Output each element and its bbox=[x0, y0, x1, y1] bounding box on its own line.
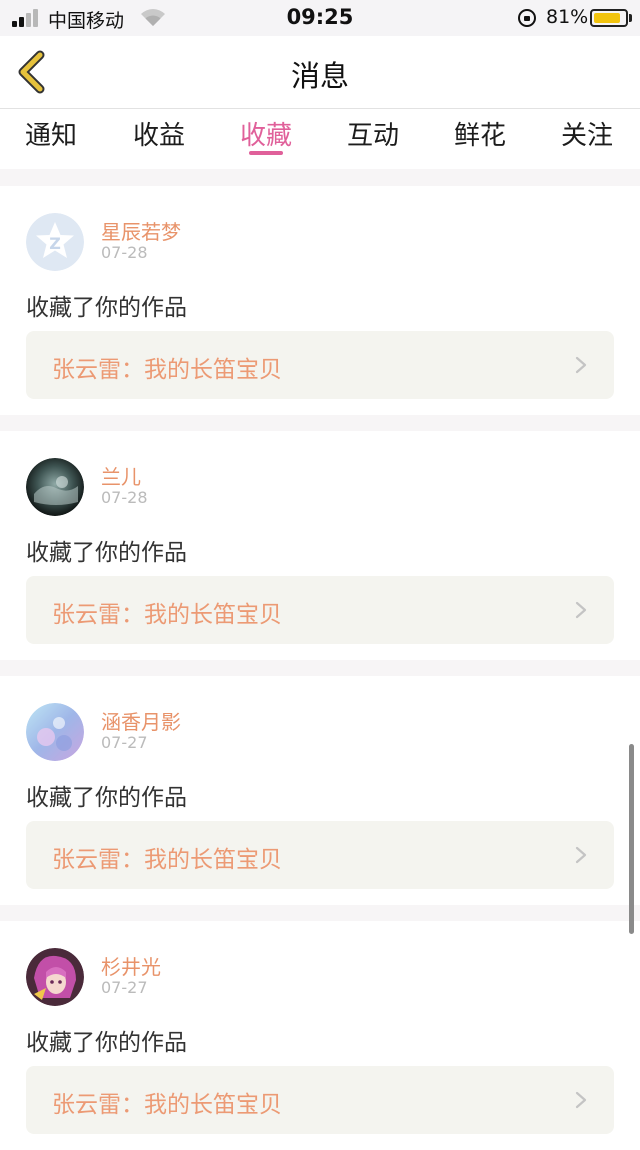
status-bar: 中国移动 09:25 81% bbox=[0, 0, 640, 36]
page-title: 消息 bbox=[290, 59, 349, 93]
list-item: 杉井光 07-27 收藏了你的作品 张云雷：我的长笛宝贝 bbox=[0, 921, 640, 1150]
chevron-right-icon bbox=[575, 356, 587, 374]
scrollbar[interactable] bbox=[629, 744, 634, 934]
tab-earnings[interactable]: 收益 bbox=[105, 115, 213, 152]
message-date: 07-28 bbox=[101, 243, 148, 262]
work-title: 张云雷：我的长笛宝贝 bbox=[52, 602, 282, 628]
nav-bar: 消息 bbox=[0, 36, 640, 109]
tab-favorites[interactable]: 收藏 bbox=[212, 115, 320, 152]
chevron-left-icon bbox=[18, 50, 45, 94]
work-link[interactable]: 张云雷：我的长笛宝贝 bbox=[26, 1066, 614, 1134]
tab-interactions[interactable]: 互动 bbox=[319, 115, 427, 152]
svg-text:Z: Z bbox=[49, 234, 61, 253]
tab-bar: 通知 收益 收藏 互动 鲜花 关注 bbox=[0, 109, 640, 169]
message-text: 收藏了你的作品 bbox=[26, 785, 187, 811]
chevron-right-icon bbox=[575, 846, 587, 864]
work-title: 张云雷：我的长笛宝贝 bbox=[52, 1092, 282, 1118]
battery-nub bbox=[629, 14, 632, 22]
message-date: 07-27 bbox=[101, 733, 148, 752]
username[interactable]: 涵香月影 bbox=[101, 706, 181, 735]
battery-icon bbox=[590, 9, 628, 27]
tab-follows[interactable]: 关注 bbox=[533, 115, 640, 152]
message-date: 07-27 bbox=[101, 978, 148, 997]
username[interactable]: 星辰若梦 bbox=[101, 216, 181, 245]
username[interactable]: 杉井光 bbox=[101, 951, 161, 980]
message-text: 收藏了你的作品 bbox=[26, 540, 187, 566]
message-date: 07-28 bbox=[101, 488, 148, 507]
message-text: 收藏了你的作品 bbox=[26, 295, 187, 321]
orientation-lock-icon bbox=[518, 9, 536, 27]
chevron-right-icon bbox=[575, 1091, 587, 1109]
avatar[interactable] bbox=[26, 703, 84, 761]
tab-notifications[interactable]: 通知 bbox=[0, 115, 105, 152]
list-item: 涵香月影 07-27 收藏了你的作品 张云雷：我的长笛宝贝 bbox=[0, 676, 640, 905]
battery-percent: 81% bbox=[546, 6, 589, 28]
work-title: 张云雷：我的长笛宝贝 bbox=[52, 357, 282, 383]
chevron-right-icon bbox=[575, 601, 587, 619]
active-tab-indicator bbox=[249, 151, 283, 155]
work-title: 张云雷：我的长笛宝贝 bbox=[52, 847, 282, 873]
message-text: 收藏了你的作品 bbox=[26, 1030, 187, 1056]
back-button[interactable] bbox=[12, 50, 56, 94]
work-link[interactable]: 张云雷：我的长笛宝贝 bbox=[26, 331, 614, 399]
list-item: 兰儿 07-28 收藏了你的作品 张云雷：我的长笛宝贝 bbox=[0, 431, 640, 660]
avatar[interactable] bbox=[26, 458, 84, 516]
avatar[interactable] bbox=[26, 948, 84, 1006]
avatar[interactable]: Z bbox=[26, 213, 84, 271]
list-item: Z 星辰若梦 07-28 收藏了你的作品 张云雷：我的长笛宝贝 bbox=[0, 186, 640, 415]
tab-flowers[interactable]: 鲜花 bbox=[426, 115, 534, 152]
username[interactable]: 兰儿 bbox=[101, 461, 141, 490]
clock: 09:25 bbox=[286, 5, 354, 29]
work-link[interactable]: 张云雷：我的长笛宝贝 bbox=[26, 821, 614, 889]
work-link[interactable]: 张云雷：我的长笛宝贝 bbox=[26, 576, 614, 644]
